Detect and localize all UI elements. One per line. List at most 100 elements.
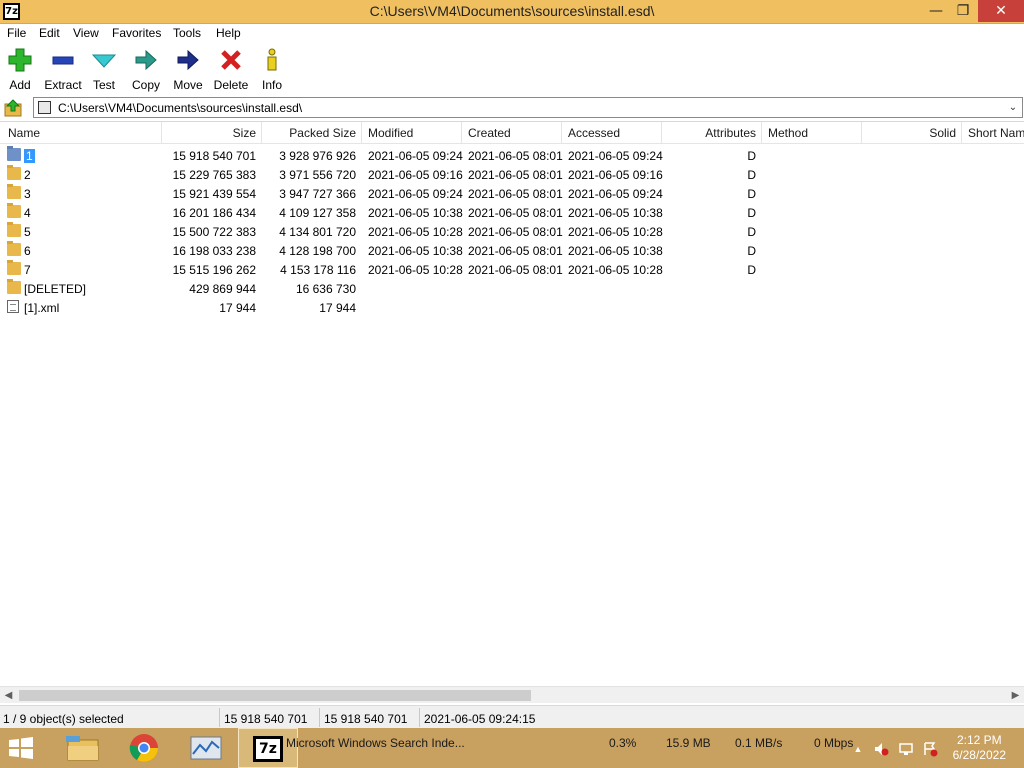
folder-icon: [7, 203, 21, 218]
row-modified: 2021-06-05 09:16: [368, 168, 463, 182]
system-clock[interactable]: 2:12 PM 6/28/2022: [953, 733, 1006, 763]
add-label: Add: [9, 78, 31, 92]
row-name: 1: [24, 149, 35, 163]
row-name: 3: [24, 187, 31, 201]
menu-help[interactable]: Help: [216, 26, 241, 40]
row-accessed: 2021-06-05 10:38: [568, 206, 663, 220]
chevron-down-icon[interactable]: ⌄: [1006, 99, 1020, 116]
row-packed: 4 109 127 358: [279, 206, 356, 220]
table-row[interactable]: 4 16 201 186 434 4 109 127 358 2021-06-0…: [0, 203, 1024, 222]
up-folder-icon[interactable]: [4, 98, 24, 118]
status-selection: 1 / 9 object(s) selected: [3, 712, 124, 726]
row-attributes: D: [747, 225, 756, 239]
chrome-taskbar-icon[interactable]: [114, 728, 174, 768]
row-modified: 2021-06-05 10:38: [368, 206, 463, 220]
table-row-selected[interactable]: 1 15 918 540 701 3 928 976 926 2021-06-0…: [0, 146, 1024, 165]
folder-icon: [7, 222, 21, 237]
action-center-icon[interactable]: [922, 741, 938, 757]
tray-overflow-icon[interactable]: ▲: [850, 741, 866, 757]
row-attributes: D: [747, 149, 756, 163]
delete-label: Delete: [213, 78, 249, 92]
row-packed: 3 928 976 926: [279, 149, 356, 163]
network-icon[interactable]: [898, 741, 914, 757]
restore-button[interactable]: ❐: [950, 0, 976, 22]
perf-memory: 15.9 MB: [666, 736, 711, 750]
scrollbar-thumb[interactable]: [19, 690, 531, 701]
table-row[interactable]: [DELETED] 429 869 944 16 636 730: [0, 279, 1024, 298]
menu-file[interactable]: File: [7, 26, 26, 40]
column-header-row: Name Size Packed Size Modified Created A…: [0, 122, 1024, 144]
row-packed: 4 134 801 720: [279, 225, 356, 239]
move-button[interactable]: Move: [165, 48, 211, 92]
row-attributes: D: [747, 206, 756, 220]
info-button[interactable]: Info: [249, 48, 295, 92]
row-name: 6: [24, 244, 31, 258]
speaker-muted-icon[interactable]: [873, 741, 889, 757]
row-packed: 4 153 178 116: [280, 263, 356, 277]
scroll-right-icon[interactable]: ▶: [1007, 687, 1024, 704]
table-row[interactable]: 3 15 921 439 554 3 947 727 366 2021-06-0…: [0, 184, 1024, 203]
col-created[interactable]: Created: [468, 126, 511, 140]
row-created: 2021-06-05 08:01: [468, 244, 563, 258]
status-bar: 1 / 9 object(s) selected 15 918 540 701 …: [0, 705, 1024, 728]
row-accessed: 2021-06-05 10:38: [568, 244, 663, 258]
row-size: 429 869 944: [189, 282, 256, 296]
row-created: 2021-06-05 08:01: [468, 149, 563, 163]
col-short-name[interactable]: Short Nam: [968, 126, 1024, 140]
move-label: Move: [173, 78, 203, 92]
col-accessed[interactable]: Accessed: [568, 126, 620, 140]
minimize-button[interactable]: —: [922, 0, 950, 22]
menu-edit[interactable]: Edit: [39, 26, 60, 40]
perf-process-name: Microsoft Windows Search Inde...: [286, 736, 465, 750]
col-name[interactable]: Name: [8, 126, 40, 140]
col-method[interactable]: Method: [768, 126, 808, 140]
status-packed: 15 918 540 701: [324, 712, 408, 726]
archive-icon: [38, 101, 51, 114]
resource-monitor-taskbar-icon[interactable]: [176, 728, 236, 768]
table-row[interactable]: [1].xml 17 944 17 944: [0, 298, 1024, 317]
table-row[interactable]: 5 15 500 722 383 4 134 801 720 2021-06-0…: [0, 222, 1024, 241]
menu-view[interactable]: View: [73, 26, 99, 40]
row-created: 2021-06-05 08:01: [468, 225, 563, 239]
close-button[interactable]: ✕: [978, 0, 1024, 22]
address-field[interactable]: C:\Users\VM4\Documents\sources\install.e…: [33, 97, 1023, 118]
copy-button[interactable]: Copy: [123, 48, 169, 92]
menu-favorites[interactable]: Favorites: [112, 26, 161, 40]
row-accessed: 2021-06-05 09:24: [568, 149, 663, 163]
scroll-left-icon[interactable]: ◀: [0, 687, 17, 704]
row-name: 2: [24, 168, 31, 182]
test-button[interactable]: Test: [81, 48, 127, 92]
row-modified: 2021-06-05 09:24: [368, 187, 463, 201]
status-size: 15 918 540 701: [224, 712, 308, 726]
menu-tools[interactable]: Tools: [173, 26, 201, 40]
row-attributes: D: [747, 244, 756, 258]
table-row[interactable]: 6 16 198 033 238 4 128 198 700 2021-06-0…: [0, 241, 1024, 260]
delete-button[interactable]: Delete: [208, 48, 254, 92]
add-button[interactable]: Add: [0, 48, 43, 92]
file-explorer-taskbar-icon[interactable]: [52, 728, 112, 768]
row-size: 15 918 540 701: [172, 149, 256, 163]
col-packed-size[interactable]: Packed Size: [262, 126, 356, 140]
horizontal-scrollbar[interactable]: ◀ ▶: [0, 686, 1024, 703]
row-name: 5: [24, 225, 31, 239]
row-size: 15 515 196 262: [172, 263, 256, 277]
window-title: C:\Users\VM4\Documents\sources\install.e…: [369, 3, 655, 19]
table-row[interactable]: 2 15 229 765 383 3 971 556 720 2021-06-0…: [0, 165, 1024, 184]
windows-start-icon[interactable]: [8, 736, 34, 760]
row-name: 4: [24, 206, 31, 220]
col-modified[interactable]: Modified: [368, 126, 413, 140]
row-accessed: 2021-06-05 09:24: [568, 187, 663, 201]
delete-x-icon: [221, 50, 241, 70]
taskbar: 7z Microsoft Windows Search Inde... 0.3%…: [0, 728, 1024, 768]
row-packed: 16 636 730: [295, 282, 356, 296]
table-row[interactable]: 7 15 515 196 262 4 153 178 116 2021-06-0…: [0, 260, 1024, 279]
extract-button[interactable]: Extract: [40, 48, 86, 92]
perf-network: 0 Mbps: [814, 736, 854, 750]
folder-icon: [7, 146, 21, 161]
col-size[interactable]: Size: [162, 126, 256, 140]
file-list: Name Size Packed Size Modified Created A…: [0, 121, 1024, 705]
row-accessed: 2021-06-05 10:28: [568, 263, 663, 277]
col-solid[interactable]: Solid: [862, 126, 956, 140]
col-attributes[interactable]: Attributes: [662, 126, 756, 140]
row-created: 2021-06-05 08:01: [468, 263, 563, 277]
